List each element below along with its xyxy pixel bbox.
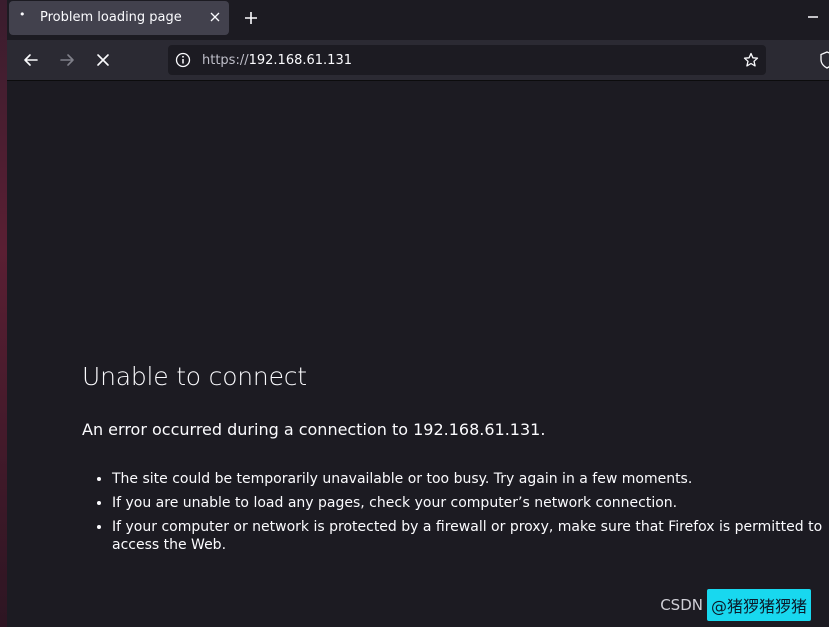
stop-icon[interactable] <box>91 48 115 72</box>
navigation-toolbar: https://192.168.61.131 <box>7 40 829 81</box>
desktop-edge <box>0 0 7 627</box>
watermark-site: CSDN <box>660 596 703 614</box>
star-icon[interactable] <box>742 51 760 69</box>
tab-problem-loading-page[interactable]: • Problem loading page <box>9 1 229 35</box>
arrow-right-icon[interactable] <box>55 48 79 72</box>
arrow-left-icon[interactable] <box>19 48 43 72</box>
error-page: Unable to connect An error occurred duri… <box>7 81 829 627</box>
minimize-icon[interactable] <box>805 8 821 26</box>
list-item: The site could be temporarily unavailabl… <box>112 470 829 488</box>
watermark-user: @猪猡猪猡猪 <box>706 589 811 621</box>
url-bar[interactable]: https://192.168.61.131 <box>168 45 766 75</box>
tab-title: Problem loading page <box>40 10 182 25</box>
tab-favicon: • <box>19 8 26 21</box>
list-item: If your computer or network is protected… <box>112 518 829 554</box>
close-icon[interactable] <box>207 9 223 25</box>
error-description: An error occurred during a connection to… <box>82 420 546 439</box>
browser-window: • Problem loading page https://192.168.6… <box>0 0 829 627</box>
url-scheme: https:// <box>202 53 249 68</box>
info-icon[interactable] <box>174 51 192 69</box>
url-host: 192.168.61.131 <box>248 53 352 68</box>
error-suggestions: The site could be temporarily unavailabl… <box>82 470 829 560</box>
watermark: CSDN @猪猡猪猡猪 <box>660 589 811 621</box>
tab-strip: • Problem loading page <box>7 0 829 40</box>
list-item: If you are unable to load any pages, che… <box>112 494 829 512</box>
shield-icon[interactable] <box>819 51 829 69</box>
error-title: Unable to connect <box>82 362 307 391</box>
url-text[interactable]: https://192.168.61.131 <box>202 53 352 68</box>
plus-icon[interactable] <box>241 8 261 28</box>
